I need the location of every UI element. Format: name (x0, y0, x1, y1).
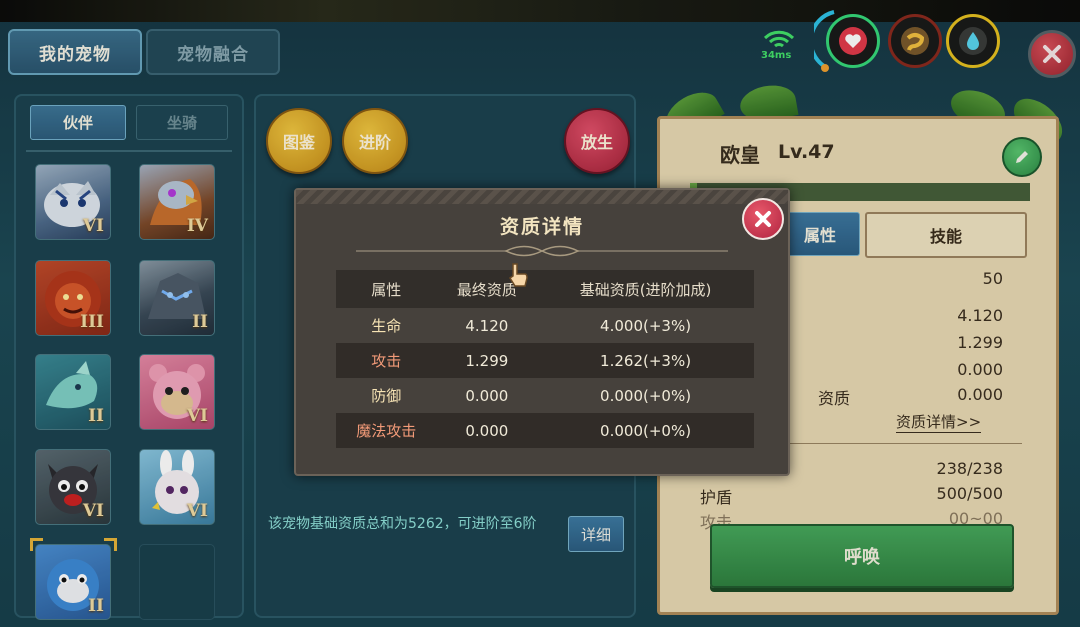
table-row: 魔法攻击 0.000 0.000(+0%) (336, 413, 754, 448)
close-icon (755, 211, 771, 227)
base-value: 4.000(+3%) (600, 316, 692, 335)
final-value: 4.120 (465, 316, 509, 335)
final-value: 0.000 (465, 386, 509, 405)
quality-detail-dialog: 资质详情 属性 最终资质 基础资质(进阶加成) 生命 4.120 4.000(+… (294, 188, 790, 476)
attr-name: 攻击 (336, 343, 437, 378)
quality-table: 属性 最终资质 基础资质(进阶加成) 生命 4.120 4.000(+3%) 攻… (336, 270, 754, 448)
table-header: 属性 最终资质 基础资质(进阶加成) (336, 270, 754, 308)
dialog-close-button[interactable] (742, 198, 784, 240)
ornament-divider (356, 245, 728, 257)
attr-name: 防御 (371, 387, 402, 405)
dialog-border-pattern (296, 190, 788, 204)
base-value: 0.000(+0%) (600, 386, 692, 405)
table-row: 防御 0.000 0.000(+0%) (336, 378, 754, 413)
column-header: 属性 (336, 270, 437, 308)
dialog-title: 资质详情 (499, 216, 584, 238)
table-row: 生命 4.120 4.000(+3%) (336, 308, 754, 343)
final-value: 1.299 (436, 343, 538, 378)
base-value: 1.262(+3%) (537, 343, 754, 378)
hand-cursor-icon (508, 263, 528, 287)
attr-name: 生命 (371, 317, 402, 335)
final-value: 0.000 (436, 413, 538, 448)
column-header: 基础资质(进阶加成) (537, 270, 754, 308)
attr-name: 魔法攻击 (336, 413, 437, 448)
table-row: 攻击 1.299 1.262(+3%) (336, 343, 754, 378)
base-value: 0.000(+0%) (537, 413, 754, 448)
